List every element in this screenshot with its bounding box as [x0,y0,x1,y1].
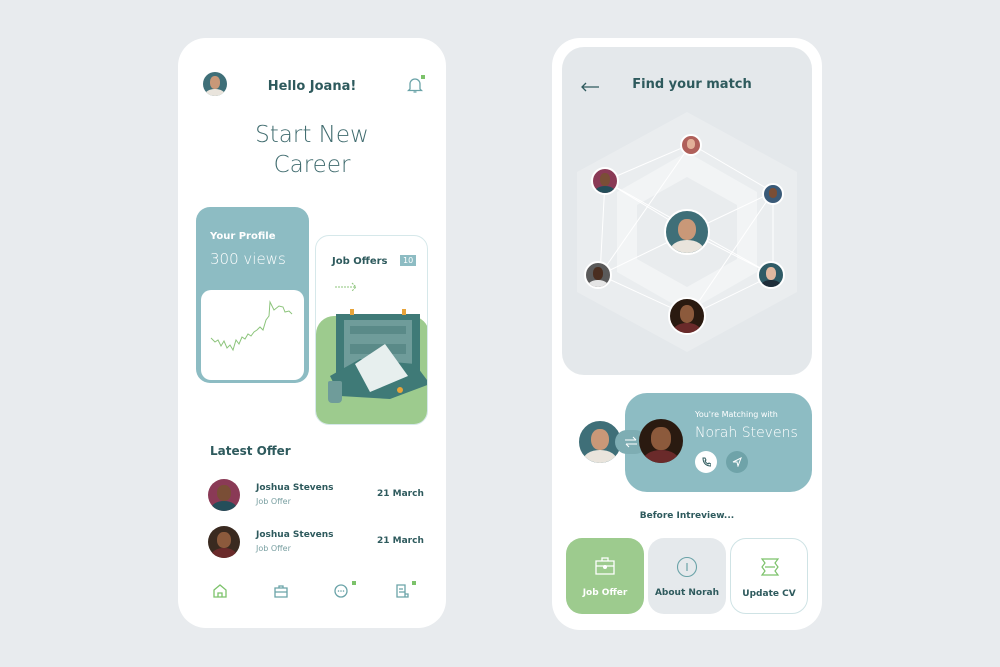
info-icon [676,556,698,578]
notification-dot [421,75,425,79]
job-offers-count: 10 [400,255,417,266]
page-title-line2: Career [273,152,351,178]
offer-subtitle: Job Offer [256,497,291,506]
send-button[interactable] [726,451,748,473]
briefcase-icon [595,557,615,575]
briefcase-icon [274,585,288,598]
profile-views: 300 views [210,250,286,268]
coffee-cup-illustration [328,381,342,403]
match-avatar[interactable] [680,134,702,156]
offer-avatar [208,526,240,558]
job-offers-label: Job Offers [332,256,388,267]
call-button[interactable] [695,451,717,473]
match-title: Find your match [632,77,752,92]
nav-home[interactable] [212,583,228,603]
latest-offer-heading: Latest Offer [210,444,291,458]
greeting: Hello Joana! [267,79,357,94]
match-avatar[interactable] [591,167,619,195]
views-chart [201,290,304,380]
update-cv-label: Update CV [742,589,796,599]
job-offer-label: Job Offer [582,588,628,598]
job-offers-card[interactable]: Job Offers 10 [315,235,428,425]
offer-subtitle: Job Offer [256,544,291,553]
nav-jobs[interactable] [273,583,289,603]
chat-badge [352,581,356,585]
match-panel: Find your match [562,47,812,375]
arrow-right-icon [334,278,360,297]
home-icon [213,584,227,598]
nav-documents[interactable] [394,583,410,603]
home-screen: Hello Joana! Start New Career Your Profi… [178,38,446,628]
phone-icon [702,457,711,467]
profile-card[interactable]: Your Profile 300 views [196,207,309,383]
send-icon [732,457,742,467]
briefcase-illustration [330,304,427,408]
page-title-line1: Start New [255,122,369,148]
match-name: Norah Stevens [695,425,798,441]
match-screen: Find your match You're Matching with Nor… [552,38,822,630]
match-avatar[interactable] [584,261,612,289]
offer-name: Joshua Stevens [256,530,334,540]
match-avatar-center[interactable] [664,209,710,255]
job-offer-button[interactable]: Job Offer [566,538,644,614]
offer-avatar [208,479,240,511]
offer-date: 21 March [377,489,424,499]
about-norah-label: About Norah [654,588,720,598]
documents-badge [412,581,416,585]
profile-label: Your Profile [210,231,276,242]
offer-date: 21 March [377,536,424,546]
list-item[interactable]: Joshua Stevens Job Offer 21 March [208,526,428,560]
bell-icon[interactable] [406,76,424,98]
match-avatar[interactable] [757,261,785,289]
nav-chat[interactable] [333,583,349,603]
about-norah-button[interactable]: About Norah [648,538,726,614]
cv-icon [760,558,780,576]
section-label: Before Intreview... [639,511,735,521]
document-icon [396,584,409,598]
matching-label: You're Matching with [695,410,778,419]
match-avatar[interactable] [668,297,706,335]
offer-name: Joshua Stevens [256,483,334,493]
match-avatar [639,419,683,463]
match-avatar[interactable] [762,183,784,205]
update-cv-button[interactable]: Update CV [730,538,808,614]
chat-icon [334,584,348,598]
list-item[interactable]: Joshua Stevens Job Offer 21 March [208,479,428,513]
